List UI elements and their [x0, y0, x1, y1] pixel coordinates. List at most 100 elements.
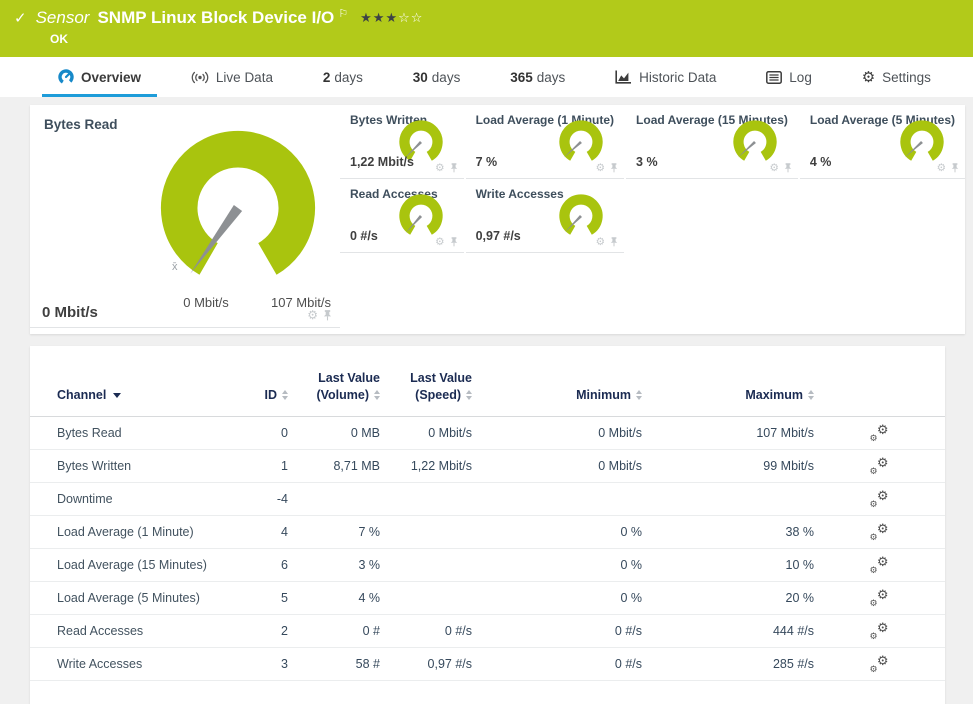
tab-label: Log	[789, 70, 812, 85]
column-header-minimum[interactable]: Minimum	[472, 387, 642, 404]
column-header-channel[interactable]: Channel	[30, 387, 250, 404]
cell-channel-name: Bytes Written	[30, 459, 250, 473]
pin-icon[interactable]	[610, 237, 618, 247]
tab-2-days[interactable]: 2days	[321, 57, 365, 97]
gauge-settings-gear-icon[interactable]: ⚙	[435, 163, 444, 174]
main-gauge-card-bytes-read: Bytes Read x̄ 0 Mbit/s 107 Mbit/s 0 Mbit…	[30, 105, 340, 328]
status-ok-check-icon: ✓	[14, 9, 27, 27]
tab-label: Settings	[882, 70, 931, 85]
tab-settings[interactable]: ⚙ Settings	[860, 57, 933, 97]
cell-id: 6	[250, 558, 288, 572]
tab-label: days	[537, 70, 566, 85]
gauge-tile: Bytes Written 1,22 Mbit/s ⚙	[340, 105, 464, 179]
edit-channel-gears-icon[interactable]: ⚙⚙	[871, 656, 889, 672]
flag-icon[interactable]: ⚐	[338, 7, 348, 20]
cell-channel-name: Downtime	[30, 492, 250, 506]
gauge-settings-gear-icon[interactable]: ⚙	[307, 309, 318, 321]
gauge-settings-gear-icon[interactable]: ⚙	[769, 163, 778, 174]
tab-log[interactable]: Log	[764, 57, 814, 97]
cell-last-value-volume: 3 %	[288, 558, 380, 572]
pin-icon[interactable]	[951, 163, 959, 173]
column-header-maximum[interactable]: Maximum	[642, 387, 814, 404]
tab-30-days[interactable]: 30days	[411, 57, 463, 97]
gauge-tiles-grid: Bytes Written 1,22 Mbit/s ⚙ Load Average…	[340, 105, 965, 334]
pin-icon[interactable]	[450, 163, 458, 173]
table-header-row: Channel ID Last Value (Volume) Last Valu…	[30, 370, 945, 417]
gauge-settings-gear-icon[interactable]: ⚙	[596, 163, 605, 174]
column-header-last-value-speed[interactable]: Last Value (Speed)	[380, 370, 472, 404]
edit-channel-gears-icon[interactable]: ⚙⚙	[871, 557, 889, 573]
table-row: Write Accesses358 #0,97 #/s0 #/s285 #/s …	[30, 648, 945, 681]
tab-live-data[interactable]: Live Data	[189, 57, 275, 97]
table-row: Downtime-4 ⚙⚙	[30, 483, 945, 516]
gauge-settings-gear-icon[interactable]: ⚙	[435, 237, 444, 248]
gauge-settings-gear-icon[interactable]: ⚙	[937, 163, 946, 174]
log-list-icon	[766, 71, 782, 84]
cell-actions: ⚙⚙	[814, 656, 945, 672]
column-header-label: ID	[265, 387, 278, 404]
area-chart-icon	[615, 70, 632, 84]
edit-channel-gears-icon[interactable]: ⚙⚙	[871, 524, 889, 540]
table-body: Bytes Read00 MB0 Mbit/s0 Mbit/s107 Mbit/…	[30, 417, 945, 681]
cell-last-value-volume: 4 %	[288, 591, 380, 605]
column-header-id[interactable]: ID	[250, 387, 288, 404]
edit-channel-gears-icon[interactable]: ⚙⚙	[871, 458, 889, 474]
tab-label: days	[334, 70, 363, 85]
cell-actions: ⚙⚙	[814, 491, 945, 507]
pin-icon[interactable]	[323, 310, 332, 321]
cell-channel-name: Read Accesses	[30, 624, 250, 638]
cell-id: 1	[250, 459, 288, 473]
table-row: Read Accesses20 #0 #/s0 #/s444 #/s ⚙⚙	[30, 615, 945, 648]
cell-actions: ⚙⚙	[814, 623, 945, 639]
priority-stars[interactable]: ★★★☆☆	[360, 10, 423, 26]
sensor-banner: ✓ Sensor SNMP Linux Block Device I/O ⚐ ★…	[0, 0, 973, 57]
page-content: Bytes Read x̄ 0 Mbit/s 107 Mbit/s 0 Mbit…	[0, 97, 973, 704]
edit-channel-gears-icon[interactable]: ⚙⚙	[871, 623, 889, 639]
cell-last-value-volume: 7 %	[288, 525, 380, 539]
cell-maximum: 10 %	[642, 558, 814, 572]
settings-gear-icon: ⚙	[862, 70, 875, 85]
tab-historic-data[interactable]: Historic Data	[613, 57, 718, 97]
cell-channel-name: Load Average (5 Minutes)	[30, 591, 250, 605]
empty-tile	[626, 179, 798, 253]
cell-minimum: 0 %	[472, 525, 642, 539]
cell-last-value-volume: 8,71 MB	[288, 459, 380, 473]
cell-id: 2	[250, 624, 288, 638]
edit-channel-gears-icon[interactable]: ⚙⚙	[871, 425, 889, 441]
tab-365-days[interactable]: 365 days	[508, 57, 567, 97]
edit-channel-gears-icon[interactable]: ⚙⚙	[871, 491, 889, 507]
cell-minimum: 0 #/s	[472, 624, 642, 638]
table-row: Bytes Written18,71 MB1,22 Mbit/s0 Mbit/s…	[30, 450, 945, 483]
gauges-panel: Bytes Read x̄ 0 Mbit/s 107 Mbit/s 0 Mbit…	[30, 105, 965, 334]
gauge	[394, 191, 448, 241]
tab-overview[interactable]: Overview	[56, 57, 143, 97]
gauge	[895, 117, 949, 167]
gauge-min-label: 0 Mbit/s	[158, 295, 254, 310]
gauge-current-value: 4 %	[810, 155, 832, 169]
cell-last-value-volume: 0 MB	[288, 426, 380, 440]
gauge-settings-gear-icon[interactable]: ⚙	[596, 237, 605, 248]
cell-id: 0	[250, 426, 288, 440]
sensor-title: SNMP Linux Block Device I/O	[97, 8, 334, 28]
cell-last-value-volume: 58 #	[288, 657, 380, 671]
live-broadcast-icon	[191, 71, 209, 84]
tab-number: 365	[510, 70, 533, 85]
cell-actions: ⚙⚙	[814, 557, 945, 573]
gauge	[554, 117, 608, 167]
tab-number: 2	[323, 70, 331, 85]
cell-actions: ⚙⚙	[814, 524, 945, 540]
pin-icon[interactable]	[450, 237, 458, 247]
cell-last-value-speed: 0 Mbit/s	[380, 426, 472, 440]
gauge-tile: Load Average (15 Minutes) 3 % ⚙	[626, 105, 798, 179]
column-header-label: Maximum	[745, 387, 803, 404]
pin-icon[interactable]	[784, 163, 792, 173]
cell-last-value-speed: 0,97 #/s	[380, 657, 472, 671]
gauge-current-value: 0 Mbit/s	[42, 304, 98, 321]
cell-actions: ⚙⚙	[814, 590, 945, 606]
edit-channel-gears-icon[interactable]: ⚙⚙	[871, 590, 889, 606]
gauge-icon	[58, 69, 74, 85]
column-header-last-value-volume[interactable]: Last Value (Volume)	[288, 370, 380, 404]
pin-icon[interactable]	[610, 163, 618, 173]
cell-minimum: 0 %	[472, 591, 642, 605]
empty-tile	[800, 179, 965, 253]
